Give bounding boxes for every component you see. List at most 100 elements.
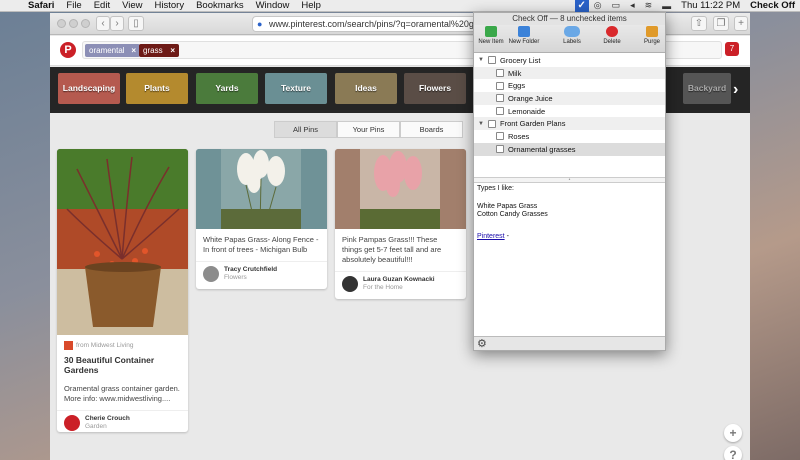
remove-tag-icon[interactable]: × [131, 44, 136, 57]
pinner-info[interactable]: Laura Guzan Kownacki For the Home [335, 271, 466, 296]
menu-file[interactable]: File [60, 0, 87, 11]
wifi-icon[interactable]: ≋ [640, 0, 658, 11]
search-tag[interactable]: oramental × [85, 44, 140, 57]
tab-your-pins[interactable]: Your Pins [337, 121, 400, 138]
checkbox[interactable] [496, 69, 504, 78]
category-plants[interactable]: Plants [126, 73, 188, 104]
new-tab-icon[interactable]: + [734, 16, 748, 31]
new-item-icon [485, 26, 497, 37]
new-item-button[interactable]: New Item [477, 26, 505, 45]
pin-description: Pink Pampas Grass!!! These things get 5-… [342, 235, 442, 264]
cast-icon[interactable]: ▭ [607, 0, 626, 11]
checkbox[interactable] [496, 132, 504, 141]
labels-button[interactable]: Labels [558, 26, 586, 45]
pin-image[interactable] [196, 149, 327, 229]
pin-image[interactable] [335, 149, 466, 229]
forward-icon[interactable]: › [110, 16, 124, 31]
item-label: Milk [508, 68, 522, 78]
disclosure-triangle-icon[interactable]: ▼ [477, 57, 485, 63]
menu-bookmarks[interactable]: Bookmarks [190, 0, 250, 11]
globe-icon: ● [257, 19, 263, 29]
pin-image[interactable] [57, 149, 188, 335]
delete-button[interactable]: Delete [598, 26, 626, 45]
category-backyard[interactable]: Backyard [683, 73, 731, 104]
list-item[interactable]: Eggs [474, 79, 665, 92]
pinner-info[interactable]: Cherie Crouch Garden [57, 410, 188, 432]
menu-window[interactable]: Window [250, 0, 296, 11]
board-name: Garden [85, 423, 107, 430]
chevron-right-icon[interactable]: › [733, 81, 738, 99]
list-folder[interactable]: ▼ Grocery List [474, 54, 665, 67]
sidebar-icon[interactable]: ▯ [128, 16, 144, 31]
pin-card[interactable]: from Midwest Living 30 Beautiful Contain… [57, 149, 188, 432]
category-ideas[interactable]: Ideas [335, 73, 397, 104]
checkbox[interactable] [488, 56, 496, 65]
clock[interactable]: Thu 11:22 PM [676, 0, 745, 11]
minimize-window-icon[interactable] [69, 19, 78, 28]
menu-view[interactable]: View [116, 0, 148, 11]
category-landscaping[interactable]: Landscaping [58, 73, 120, 104]
battery-icon[interactable]: ▬ [657, 1, 676, 11]
checkbox[interactable] [488, 119, 496, 128]
category-texture[interactable]: Texture [265, 73, 327, 104]
list-folder[interactable]: ▼ Front Garden Plans [474, 117, 665, 131]
list-item[interactable]: Roses [474, 130, 665, 143]
address-bar[interactable]: ● www.pinterest.com/search/pins/?q=orame… [252, 16, 482, 32]
disclosure-triangle-icon[interactable]: ▼ [477, 121, 485, 127]
close-window-icon[interactable] [57, 19, 66, 28]
back-icon[interactable]: ‹ [96, 16, 110, 31]
pinner-name: Cherie Crouch [85, 415, 130, 422]
new-folder-button[interactable]: New Folder [507, 26, 541, 45]
remove-tag-icon[interactable]: × [170, 44, 175, 57]
tabs-overview-icon[interactable]: ❐ [713, 16, 729, 31]
pin-card[interactable]: White Papas Grass- Along Fence - In fron… [196, 149, 327, 289]
menu-app-name[interactable]: Safari [22, 0, 60, 11]
notes-link[interactable]: Pinterest [477, 233, 505, 240]
purge-button[interactable]: Purge [639, 26, 665, 45]
notes-line: Cotton Candy Grasses [477, 211, 548, 218]
volume-icon[interactable]: ◂ [625, 0, 640, 11]
pinner-info[interactable]: Tracy Crutchfield Flowers [196, 261, 327, 286]
category-yards[interactable]: Yards [196, 73, 258, 104]
sync-icon[interactable]: ◎ [589, 0, 607, 11]
avatar [342, 276, 358, 292]
tab-boards[interactable]: Boards [400, 121, 463, 138]
pin-source[interactable]: from Midwest Living [57, 335, 188, 352]
checkbox[interactable] [496, 94, 504, 103]
menu-help[interactable]: Help [295, 0, 327, 11]
item-label: Roses [508, 131, 530, 141]
folder-label: Grocery List [500, 55, 541, 65]
pinner-name: Laura Guzan Kownacki [363, 276, 435, 283]
category-flowers[interactable]: Flowers [404, 73, 466, 104]
list-item[interactable]: Orange Juice [474, 92, 665, 105]
split-handle[interactable]: • [474, 177, 665, 183]
search-tag[interactable]: grass × [139, 44, 179, 57]
notifications-badge[interactable]: 7 [725, 42, 739, 56]
pin-source-text: from Midwest Living [76, 342, 134, 349]
folder-label: Front Garden Plans [500, 119, 566, 129]
list-item[interactable]: Milk [474, 66, 665, 80]
notes-line: White Papas Grass [477, 202, 538, 210]
gear-icon[interactable]: ⚙ [477, 337, 487, 351]
checkbox[interactable] [496, 107, 504, 116]
menu-history[interactable]: History [149, 0, 191, 11]
list-item[interactable]: Lemonaide [474, 105, 665, 118]
pin-card[interactable]: Pink Pampas Grass!!! These things get 5-… [335, 149, 466, 299]
menu-bar: Safari File Edit View History Bookmarks … [0, 0, 800, 12]
list-item[interactable]: Ornamental grasses [474, 142, 665, 156]
share-icon[interactable]: ⇧ [691, 16, 707, 31]
notes-area[interactable]: Types I like: White Papas Grass Cotton C… [477, 185, 662, 241]
zoom-window-icon[interactable] [81, 19, 90, 28]
help-button[interactable]: ? [724, 446, 742, 460]
pinterest-logo-icon[interactable]: P [60, 42, 76, 58]
checkbox[interactable] [496, 81, 504, 90]
add-pin-button[interactable]: + [724, 424, 742, 442]
labels-label: Labels [563, 39, 581, 45]
pinner-name: Tracy Crutchfield [224, 266, 278, 273]
pin-title[interactable]: 30 Beautiful Container Gardens [57, 352, 188, 378]
menu-edit[interactable]: Edit [88, 0, 116, 11]
tab-all-pins[interactable]: All Pins [274, 121, 337, 138]
checkoff-menubar-icon[interactable]: ✓ [574, 0, 589, 12]
checkbox[interactable] [496, 145, 504, 154]
active-app-name: Check Off [750, 0, 795, 11]
